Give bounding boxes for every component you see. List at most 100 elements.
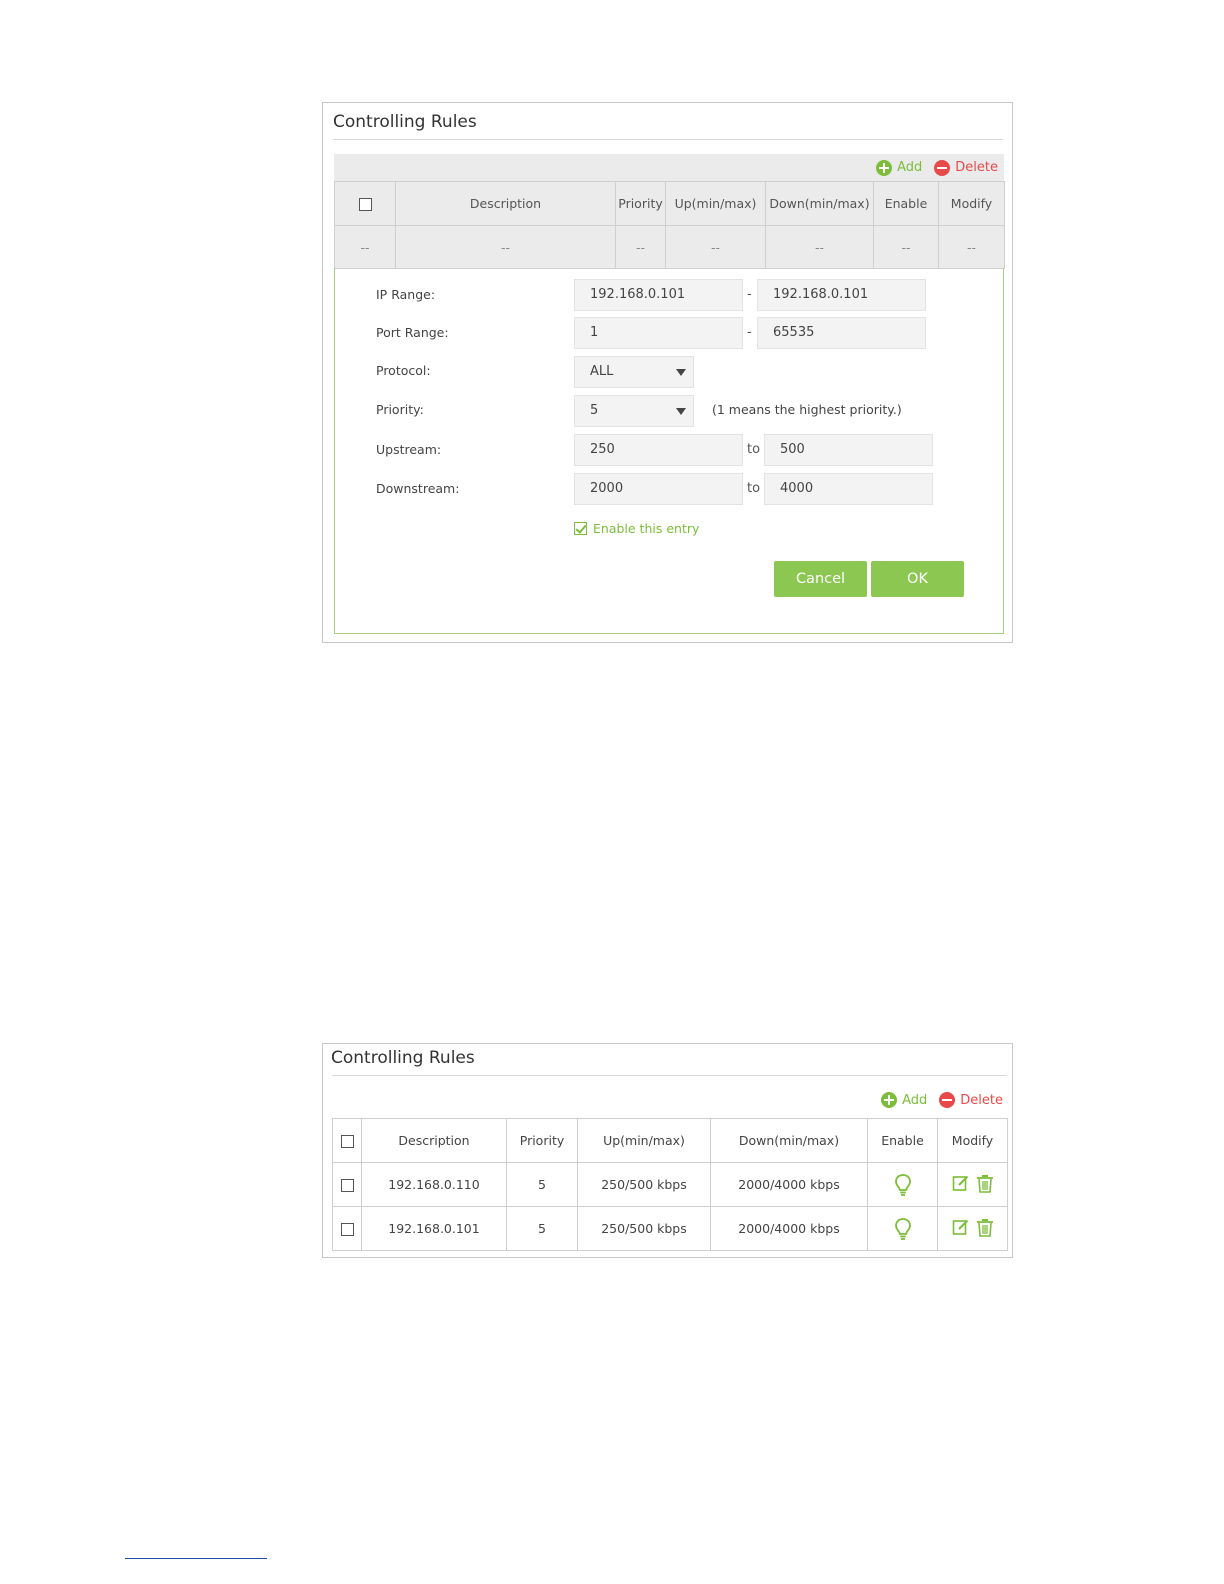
add-button[interactable]: Add bbox=[876, 159, 923, 176]
protocol-select[interactable]: ALL bbox=[574, 356, 694, 388]
select-all-checkbox[interactable] bbox=[358, 198, 372, 211]
title-divider bbox=[332, 1075, 1007, 1076]
col-enable: Enable bbox=[867, 1118, 938, 1163]
panel-title: Controlling Rules bbox=[333, 112, 477, 132]
col-down: Down(min/max) bbox=[765, 181, 874, 226]
col-down: Down(min/max) bbox=[710, 1118, 868, 1163]
delete-button[interactable]: Delete bbox=[934, 159, 998, 176]
upstream-label: Upstream: bbox=[376, 442, 442, 457]
table-row: -- -- -- -- -- -- -- bbox=[334, 225, 1005, 269]
ip-range-separator: - bbox=[747, 287, 752, 302]
checkbox-icon bbox=[574, 522, 587, 535]
row-priority: 5 bbox=[506, 1162, 578, 1207]
bulb-icon[interactable] bbox=[894, 1173, 912, 1197]
col-enable: Enable bbox=[873, 181, 939, 226]
upstream-min-input[interactable]: 250 bbox=[574, 434, 743, 466]
row-down: 2000/4000 kbps bbox=[710, 1162, 868, 1207]
add-button[interactable]: Add bbox=[881, 1092, 927, 1108]
caret-down-icon bbox=[676, 369, 686, 376]
enable-entry-checkbox[interactable]: Enable this entry bbox=[574, 521, 699, 536]
col-modify: Modify bbox=[937, 1118, 1008, 1163]
table-header-row: Description Priority Up(min/max) Down(mi… bbox=[332, 1118, 1008, 1163]
plus-circle-icon bbox=[881, 1092, 898, 1108]
upstream-max-input[interactable]: 500 bbox=[764, 434, 933, 466]
bulb-icon[interactable] bbox=[894, 1217, 912, 1241]
port-range-to-input[interactable]: 65535 bbox=[757, 317, 926, 349]
row-modify-cell bbox=[937, 1162, 1008, 1207]
priority-label: Priority: bbox=[376, 402, 424, 417]
table-toolbar: Add Delete bbox=[332, 1089, 1007, 1111]
controlling-rules-panel-edit: Controlling Rules Add Delete Description… bbox=[322, 102, 1013, 643]
row-priority: 5 bbox=[506, 1206, 578, 1251]
select-all-cell bbox=[334, 181, 396, 226]
select-all-cell bbox=[332, 1118, 362, 1163]
title-divider bbox=[333, 139, 1003, 140]
table-cell: -- bbox=[765, 225, 874, 269]
enable-entry-label: Enable this entry bbox=[593, 521, 700, 536]
downstream-max-input[interactable]: 4000 bbox=[764, 473, 933, 505]
col-priority: Priority bbox=[615, 181, 666, 226]
select-all-checkbox[interactable] bbox=[340, 1135, 354, 1148]
col-modify: Modify bbox=[938, 181, 1005, 226]
trash-icon[interactable] bbox=[976, 1218, 994, 1237]
port-range-label: Port Range: bbox=[376, 325, 449, 340]
row-select-cell bbox=[332, 1206, 362, 1251]
row-checkbox[interactable] bbox=[340, 1179, 354, 1192]
table-cell: -- bbox=[938, 225, 1005, 269]
plus-circle-icon bbox=[876, 159, 893, 176]
rule-edit-form: IP Range: 192.168.0.101 - 192.168.0.101 … bbox=[334, 268, 1004, 634]
controlling-rules-panel-list: Controlling Rules Add Delete Description… bbox=[322, 1043, 1013, 1258]
footnote-divider bbox=[125, 1558, 267, 1559]
delete-label: Delete bbox=[955, 160, 998, 175]
table-cell: -- bbox=[395, 225, 616, 269]
edit-icon[interactable] bbox=[952, 1174, 970, 1192]
ip-range-from-input[interactable]: 192.168.0.101 bbox=[574, 279, 743, 311]
table-cell: -- bbox=[873, 225, 939, 269]
protocol-label: Protocol: bbox=[376, 363, 431, 378]
row-checkbox[interactable] bbox=[340, 1223, 354, 1236]
table-toolbar: Add Delete bbox=[334, 154, 1004, 181]
downstream-label: Downstream: bbox=[376, 481, 460, 496]
row-up: 250/500 kbps bbox=[577, 1206, 711, 1251]
table-cell: -- bbox=[615, 225, 666, 269]
col-description: Description bbox=[361, 1118, 507, 1163]
col-priority: Priority bbox=[506, 1118, 578, 1163]
edit-icon[interactable] bbox=[952, 1218, 970, 1236]
trash-icon[interactable] bbox=[976, 1174, 994, 1193]
cancel-button[interactable]: Cancel bbox=[774, 561, 867, 597]
caret-down-icon bbox=[676, 408, 686, 415]
port-range-separator: - bbox=[747, 325, 752, 340]
downstream-min-input[interactable]: 2000 bbox=[574, 473, 743, 505]
row-down: 2000/4000 kbps bbox=[710, 1206, 868, 1251]
priority-hint: (1 means the highest priority.) bbox=[712, 402, 902, 417]
panel-title: Controlling Rules bbox=[331, 1048, 475, 1068]
ok-button[interactable]: OK bbox=[871, 561, 964, 597]
minus-circle-icon bbox=[934, 159, 951, 176]
delete-button[interactable]: Delete bbox=[939, 1092, 1003, 1108]
table-cell: -- bbox=[334, 225, 396, 269]
row-select-cell bbox=[332, 1162, 362, 1207]
col-up: Up(min/max) bbox=[577, 1118, 711, 1163]
table-row: 192.168.0.110 5 250/500 kbps 2000/4000 k… bbox=[332, 1162, 1008, 1207]
port-range-from-input[interactable]: 1 bbox=[574, 317, 743, 349]
row-description: 192.168.0.110 bbox=[361, 1162, 507, 1207]
delete-label: Delete bbox=[960, 1092, 1003, 1108]
col-up: Up(min/max) bbox=[665, 181, 766, 226]
protocol-value: ALL bbox=[590, 364, 614, 379]
priority-value: 5 bbox=[590, 403, 599, 418]
rules-table: Description Priority Up(min/max) Down(mi… bbox=[334, 181, 1005, 269]
table-row: 192.168.0.101 5 250/500 kbps 2000/4000 k… bbox=[332, 1206, 1008, 1251]
add-label: Add bbox=[897, 160, 923, 175]
col-description: Description bbox=[395, 181, 616, 226]
ip-range-label: IP Range: bbox=[376, 287, 436, 302]
row-enable-cell bbox=[867, 1206, 938, 1251]
upstream-separator: to bbox=[747, 442, 761, 457]
row-description: 192.168.0.101 bbox=[361, 1206, 507, 1251]
ip-range-to-input[interactable]: 192.168.0.101 bbox=[757, 279, 926, 311]
row-modify-cell bbox=[937, 1206, 1008, 1251]
downstream-separator: to bbox=[747, 481, 761, 496]
rules-table: Description Priority Up(min/max) Down(mi… bbox=[332, 1118, 1008, 1251]
priority-select[interactable]: 5 bbox=[574, 395, 694, 427]
row-enable-cell bbox=[867, 1162, 938, 1207]
minus-circle-icon bbox=[939, 1092, 956, 1108]
